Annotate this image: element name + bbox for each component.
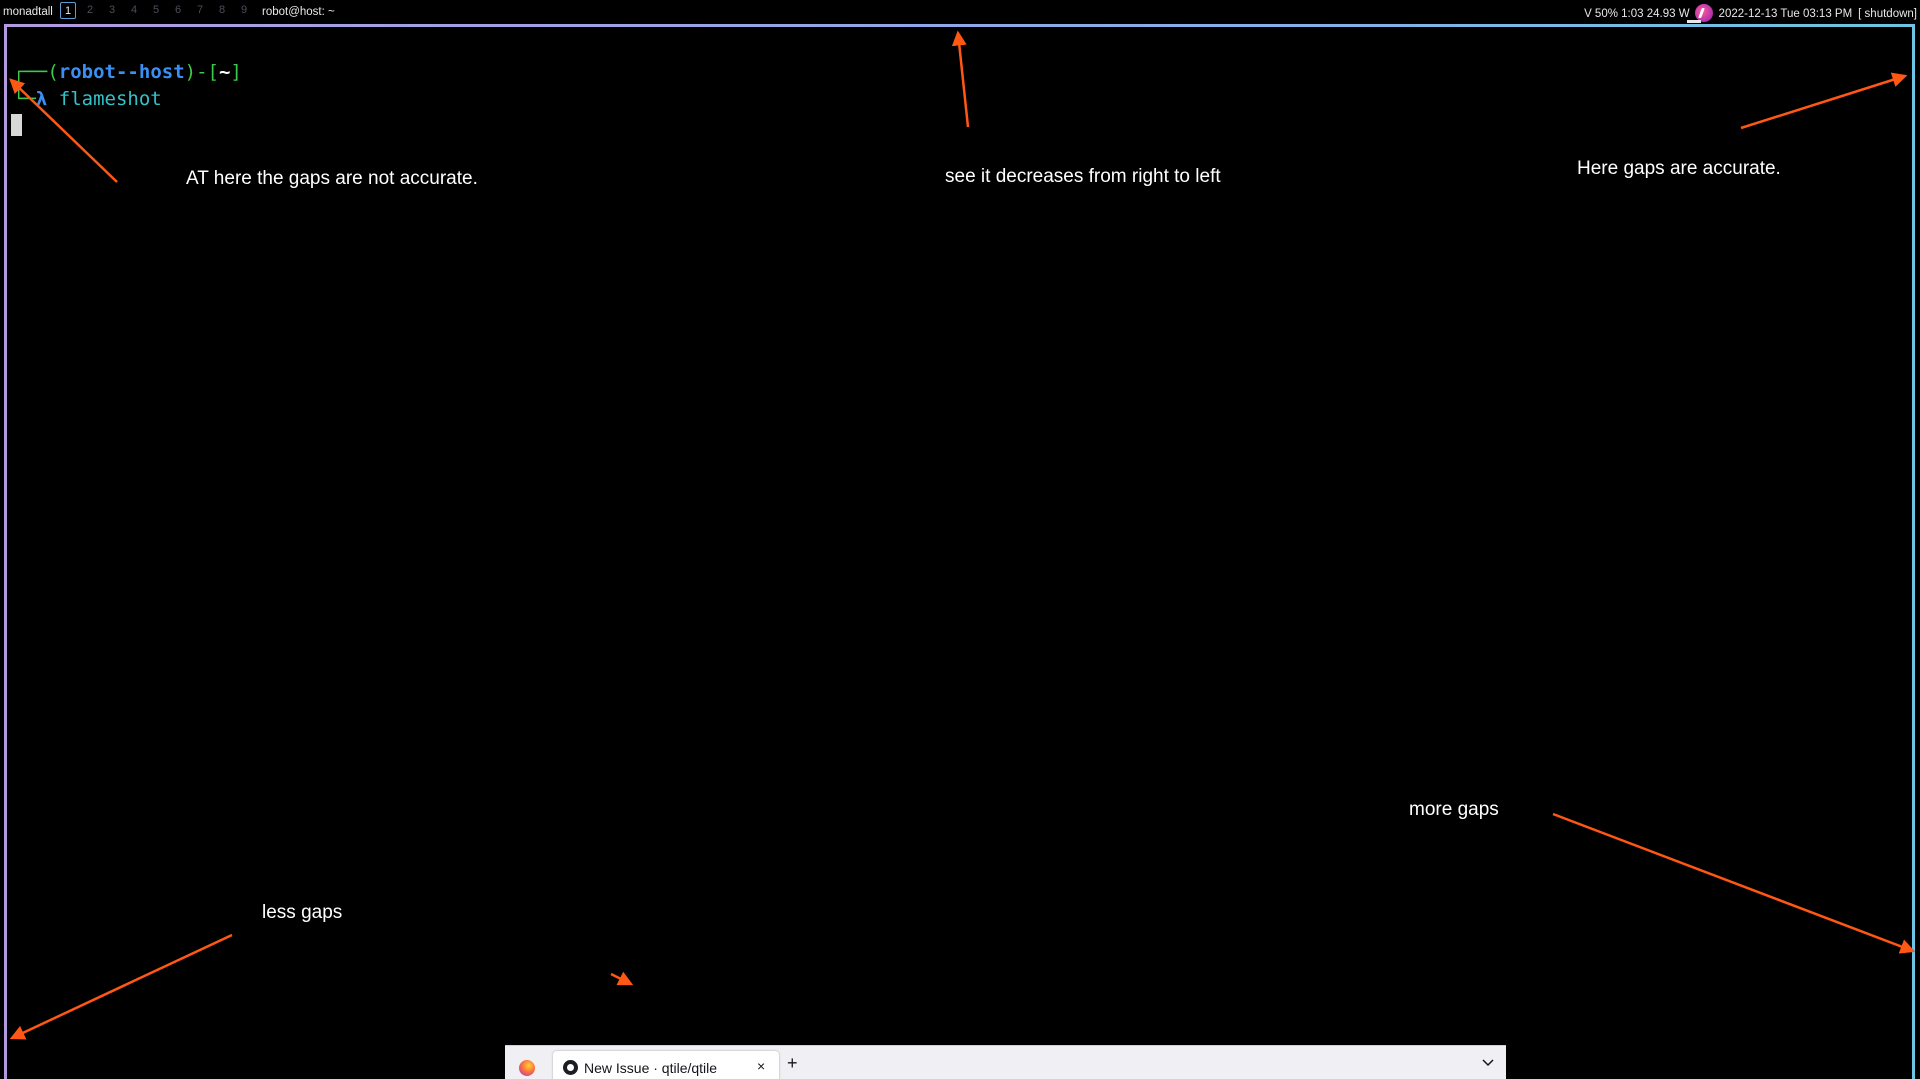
- prompt-dir: ~: [218, 61, 231, 83]
- battery-status: V 50% 1:03 24.93 W: [1584, 8, 1690, 20]
- prompt-open: (: [47, 61, 59, 83]
- annotation-bottom-right: more gaps: [1409, 799, 1499, 820]
- cmd-corner: └─: [13, 88, 36, 110]
- github-icon: [563, 1060, 578, 1075]
- annotation-bottom-left: less gaps: [262, 902, 343, 923]
- group-5[interactable]: 5: [148, 2, 164, 19]
- group-2[interactable]: 2: [82, 2, 98, 19]
- prompt-line: ┌──(robot--host)-[~]: [13, 61, 242, 83]
- lambda-symbol: λ: [35, 88, 48, 110]
- prompt-close: )-[: [184, 61, 219, 83]
- group-8[interactable]: 8: [214, 2, 230, 19]
- firefox-logo-icon[interactable]: [519, 1060, 535, 1076]
- group-1[interactable]: 1: [60, 2, 76, 19]
- tray-underline: [1687, 20, 1701, 23]
- group-9[interactable]: 9: [236, 2, 252, 19]
- desktop: monadtall 1 2 3 4 5 6 7 8 9 robot@host: …: [0, 0, 1920, 1079]
- command-text: flameshot: [58, 88, 162, 110]
- status-area: V 50% 1:03 24.93 W 2022-12-13 Tue 03:13 …: [1578, 4, 1917, 23]
- group-3[interactable]: 3: [104, 2, 120, 19]
- group-4[interactable]: 4: [126, 2, 142, 19]
- tab-title: New Issue · qtile/qtile: [584, 1060, 718, 1076]
- prompt-corner: ┌──: [13, 61, 48, 83]
- shutdown-button[interactable]: [ shutdown]: [1858, 8, 1917, 20]
- tab-new-issue[interactable]: New Issue · qtile/qtile ×: [553, 1051, 779, 1079]
- prompt-sep: --: [115, 61, 139, 83]
- group-6[interactable]: 6: [170, 2, 186, 19]
- chevron-down-icon[interactable]: [1482, 1056, 1494, 1068]
- tab-close-icon[interactable]: ×: [757, 1058, 765, 1074]
- layout-indicator[interactable]: monadtall: [3, 6, 53, 18]
- window-title: robot@host: ~: [262, 6, 335, 18]
- prompt-user: robot: [58, 61, 116, 83]
- firefox-tab-strip: New Issue · qtile/qtile × +: [505, 1045, 1506, 1079]
- new-tab-button[interactable]: +: [787, 1053, 798, 1074]
- annotation-top-right: Here gaps are accurate.: [1577, 158, 1781, 179]
- terminal-cursor: [11, 114, 22, 136]
- command-line: └─λ flameshot: [13, 88, 162, 110]
- prompt-host: host: [138, 61, 185, 83]
- annotation-top-left: AT here the gaps are not accurate.: [186, 168, 478, 189]
- top-bar: monadtall 1 2 3 4 5 6 7 8 9 robot@host: …: [0, 0, 1920, 24]
- prompt-end: ]: [230, 61, 242, 83]
- group-box: 1 2 3 4 5 6 7 8 9: [60, 2, 258, 19]
- clock: 2022-12-13 Tue 03:13 PM: [1718, 8, 1853, 20]
- group-7[interactable]: 7: [192, 2, 208, 19]
- annotation-top-center: see it decreases from right to left: [945, 166, 1221, 187]
